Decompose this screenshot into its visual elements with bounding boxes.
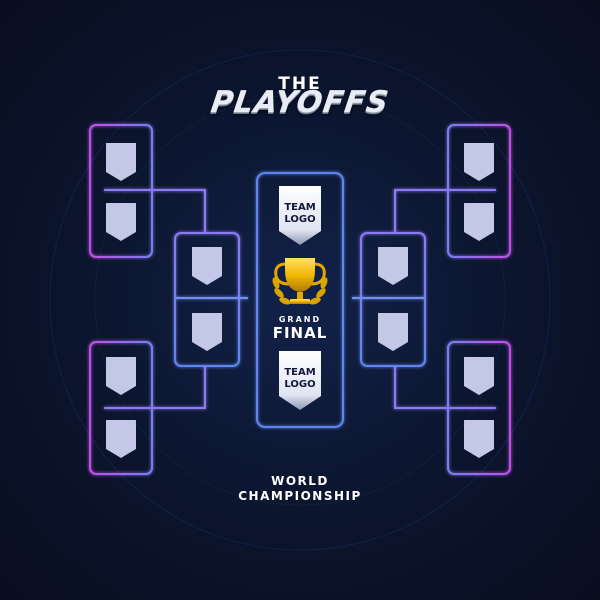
logo-label-line: LOGO (284, 214, 316, 225)
team-slot-shield (192, 313, 222, 351)
header-title: PLAYOFFS (208, 85, 392, 120)
final-team-bottom-label: TEAM LOGO (270, 367, 330, 391)
team-slot-shield (464, 203, 494, 241)
team-slot-shield (464, 143, 494, 181)
grand-label: GRAND (278, 315, 322, 324)
team-slot-shield (464, 357, 494, 395)
team-slot-shield (192, 247, 222, 285)
footer-world-label: WORLD (271, 474, 329, 488)
team-label-line: TEAM (284, 202, 316, 213)
team-slot-shield (106, 420, 136, 458)
team-label-line: TEAM (284, 367, 316, 378)
team-slot-shield (106, 143, 136, 181)
team-slot-shield (106, 357, 136, 395)
team-slot-shield (378, 313, 408, 351)
team-slot-shield (106, 203, 136, 241)
team-slot-shield (378, 247, 408, 285)
footer-championship-label: CHAMPIONSHIP (238, 489, 362, 503)
trophy-icon (272, 258, 328, 305)
logo-label-line: LOGO (284, 379, 316, 390)
final-label: FINAL (272, 324, 328, 342)
team-slot-shield (464, 420, 494, 458)
final-team-top-label: TEAM LOGO (270, 202, 330, 226)
playoffs-bracket-poster: THE PLAYOFFS TEAM LOGO TEAM LOGO GRAND F… (0, 0, 600, 600)
